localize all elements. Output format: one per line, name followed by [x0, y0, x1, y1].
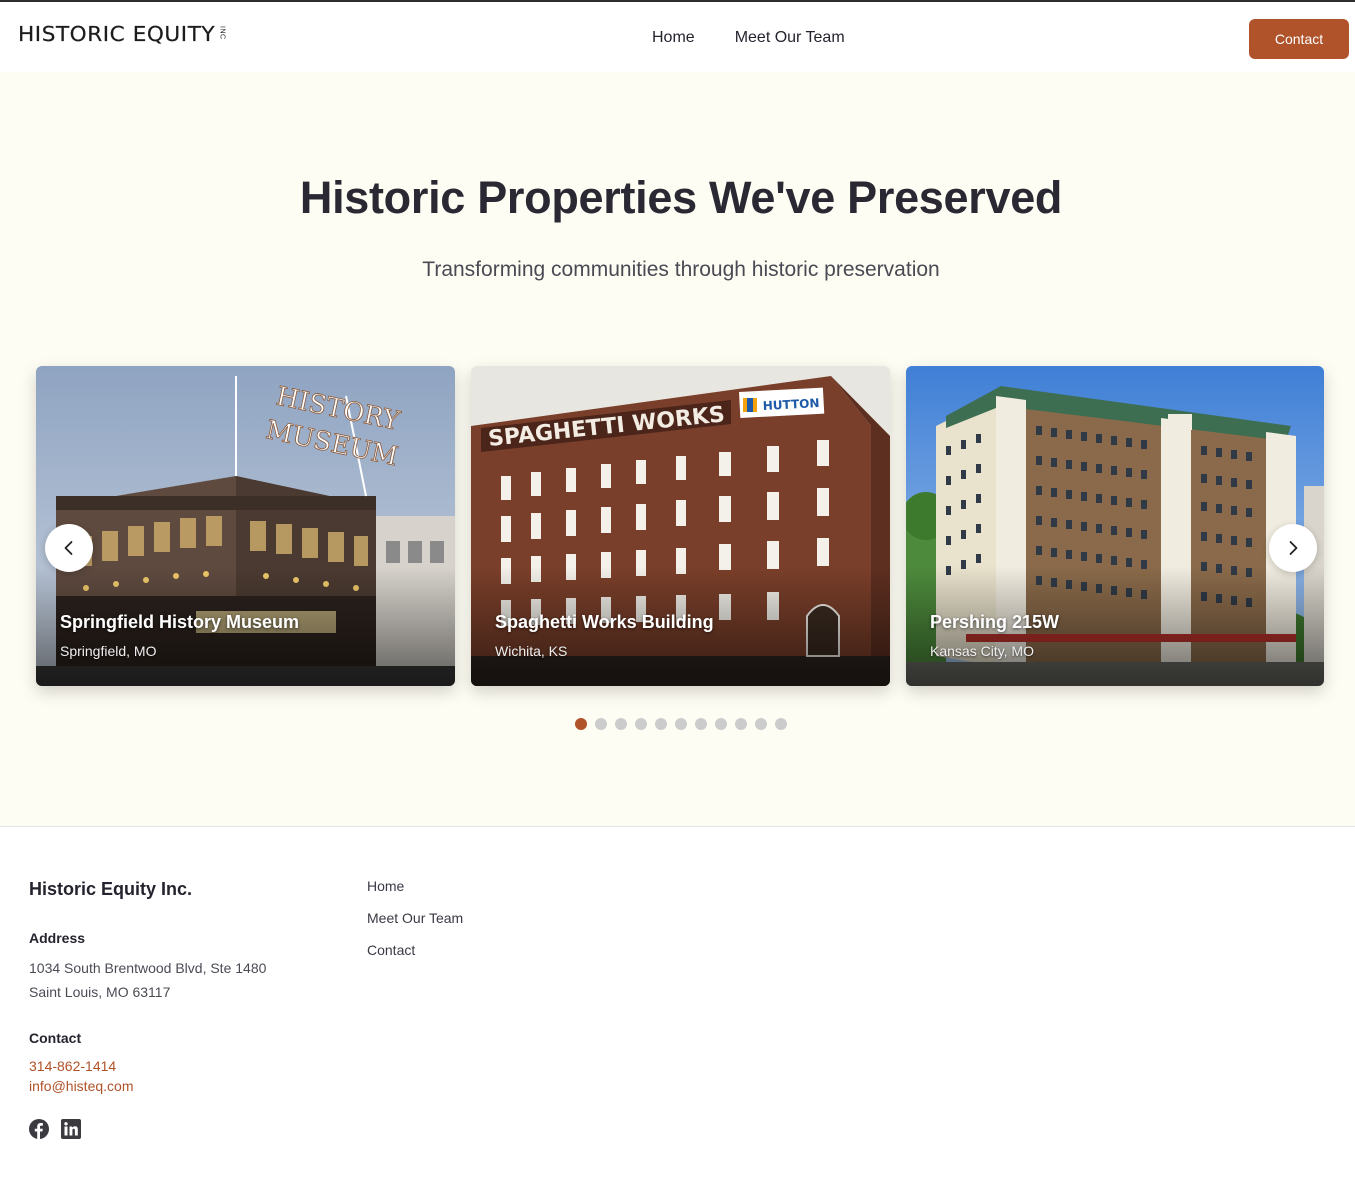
carousel-dot-9[interactable] — [735, 718, 747, 730]
footer-nav-home[interactable]: Home — [367, 877, 463, 896]
footer-company-name: Historic Equity Inc. — [29, 879, 193, 899]
linkedin-icon — [61, 1119, 81, 1139]
carousel-next-button[interactable] — [1269, 524, 1317, 572]
carousel-dot-8[interactable] — [715, 718, 727, 730]
carousel-dot-6[interactable] — [675, 718, 687, 730]
properties-section: Historic Properties We've Preserved Tran… — [0, 72, 1355, 826]
carousel-dot-1[interactable] — [575, 718, 587, 730]
carousel-prev-button[interactable] — [45, 524, 93, 572]
footer-address-line1: 1034 South Brentwood Blvd, Ste 1480 — [29, 960, 267, 976]
carousel-dot-4[interactable] — [635, 718, 647, 730]
site-header: HISTORIC EQUITY INC Home Meet Our Team C… — [0, 0, 1355, 72]
chevron-right-icon — [1289, 541, 1298, 555]
footer-email-link[interactable]: info@histeq.com — [29, 1078, 133, 1094]
logo[interactable]: HISTORIC EQUITY INC — [18, 24, 226, 44]
footer-contact-heading: Contact — [29, 1030, 82, 1046]
carousel-dot-10[interactable] — [755, 718, 767, 730]
logo-suffix: INC — [218, 26, 226, 40]
nav-home-link[interactable]: Home — [652, 29, 695, 47]
card-location: Springfield, MO — [60, 643, 157, 659]
footer-nav-contact[interactable]: Contact — [367, 941, 463, 960]
footer-address-line2: Saint Louis, MO 63117 — [29, 984, 171, 1000]
property-card[interactable]: SPAGHETTI WORKS HUTTON Spaghetti Works B… — [471, 366, 890, 686]
carousel-dot-7[interactable] — [695, 718, 707, 730]
facebook-icon — [29, 1119, 49, 1139]
footer-nav-team[interactable]: Meet Our Team — [367, 909, 463, 928]
logo-text: HISTORIC EQUITY — [18, 22, 216, 46]
carousel-pagination — [575, 718, 787, 730]
nav-team-link[interactable]: Meet Our Team — [735, 29, 845, 47]
page-title: Historic Properties We've Preserved — [299, 172, 1063, 223]
hutton-sign-text: HUTTON — [762, 396, 819, 413]
carousel-dot-2[interactable] — [595, 718, 607, 730]
page-subtitle: Transforming communities through histori… — [422, 258, 940, 281]
site-footer: Historic Equity Inc. Address 1034 South … — [0, 826, 1355, 1180]
contact-button[interactable]: Contact — [1249, 19, 1349, 59]
card-location: Wichita, KS — [495, 643, 568, 659]
card-title: Springfield History Museum — [60, 612, 300, 632]
card-location: Kansas City, MO — [930, 643, 1034, 659]
card-title: Pershing 215W — [930, 612, 1060, 632]
footer-phone-link[interactable]: 314-862-1414 — [29, 1058, 116, 1074]
carousel-dot-3[interactable] — [615, 718, 627, 730]
carousel-dot-11[interactable] — [775, 718, 787, 730]
footer-nav: Home Meet Our Team Contact — [367, 877, 463, 960]
carousel-dot-5[interactable] — [655, 718, 667, 730]
property-card[interactable]: HISTORY MUSEUM Springfield History Museu… — [36, 366, 455, 686]
property-carousel: HISTORY MUSEUM Springfield History Museu… — [36, 366, 1336, 686]
main-nav: Home Meet Our Team — [652, 29, 845, 47]
facebook-link[interactable] — [29, 1119, 49, 1139]
card-title: Spaghetti Works Building — [495, 612, 714, 632]
chevron-left-icon — [64, 541, 73, 555]
linkedin-link[interactable] — [61, 1119, 81, 1139]
property-card[interactable]: Pershing 215W Kansas City, MO — [906, 366, 1324, 686]
footer-address-heading: Address — [29, 930, 86, 946]
